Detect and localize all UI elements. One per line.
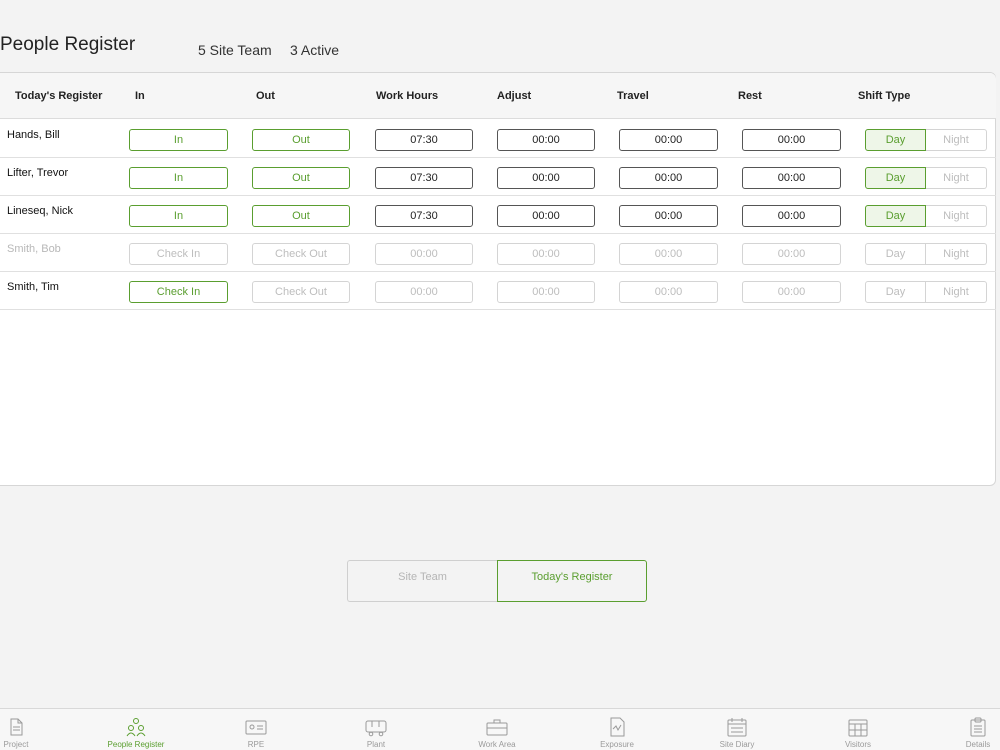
people-icon [126, 718, 146, 737]
column-header-adjust: Adjust [497, 90, 532, 102]
rest-field[interactable]: 00:00 [742, 129, 841, 151]
work-hours-field[interactable]: 00:00 [375, 243, 473, 265]
tab-label: RPE [247, 740, 265, 749]
travel-field[interactable]: 00:00 [619, 281, 718, 303]
rest-field[interactable]: 00:00 [742, 243, 841, 265]
column-header-work-hours: Work Hours [376, 90, 439, 102]
person-name: Lineseq, Nick [7, 205, 74, 217]
work-hours-field[interactable]: 07:30 [375, 167, 473, 189]
view-switch: Site Team Today's Register [347, 560, 647, 602]
shift-day-option[interactable]: Day [865, 281, 926, 303]
tab-plant[interactable]: Plant [356, 709, 396, 750]
tab-people-register[interactable]: People Register [96, 709, 176, 750]
shift-day-option[interactable]: Day [865, 205, 926, 227]
check-out-button[interactable]: Out [252, 129, 350, 151]
check-out-button[interactable]: Check Out [252, 281, 350, 303]
adjust-field[interactable]: 00:00 [497, 167, 595, 189]
shift-day-option[interactable]: Day [865, 167, 926, 189]
exposure-icon [610, 717, 625, 737]
id-card-icon [245, 720, 267, 735]
tab-rpe[interactable]: RPE [236, 709, 276, 750]
travel-field[interactable]: 00:00 [619, 205, 718, 227]
clipboard-icon [970, 717, 986, 737]
tab-details[interactable]: Details [958, 709, 998, 750]
adjust-field[interactable]: 00:00 [497, 129, 595, 151]
tab-label: Project [3, 740, 29, 749]
column-header-out: Out [256, 90, 275, 102]
work-hours-field[interactable]: 07:30 [375, 205, 473, 227]
work-hours-field[interactable]: 07:30 [375, 129, 473, 151]
shift-night-option[interactable]: Night [926, 205, 987, 227]
person-name: Smith, Tim [7, 281, 59, 293]
tab-site-diary[interactable]: Site Diary [712, 709, 762, 750]
column-header-in: In [135, 90, 145, 102]
column-header-rest: Rest [738, 90, 762, 102]
travel-field[interactable]: 00:00 [619, 129, 718, 151]
check-in-button[interactable]: Check In [129, 281, 228, 303]
active-count: 3 Active [290, 42, 340, 58]
adjust-field[interactable]: 00:00 [497, 281, 595, 303]
shift-day-option[interactable]: Day [865, 129, 926, 151]
site-team-count: 5 Site Team [198, 42, 272, 58]
check-in-button[interactable]: In [129, 129, 228, 151]
check-in-button[interactable]: In [129, 205, 228, 227]
table-row: Smith, Bob Check In Check Out 00:00 00:0… [0, 234, 996, 272]
tab-exposure[interactable]: Exposure [592, 709, 642, 750]
travel-field[interactable]: 00:00 [619, 167, 718, 189]
check-out-button[interactable]: Out [252, 167, 350, 189]
tab-label: Plant [366, 740, 386, 749]
document-icon [10, 718, 23, 736]
work-hours-field[interactable]: 00:00 [375, 281, 473, 303]
person-name: Hands, Bill [7, 129, 60, 141]
table-row: Lineseq, Nick In Out 07:30 00:00 00:00 0… [0, 196, 996, 234]
shift-night-option[interactable]: Night [926, 167, 987, 189]
tab-label: People Register [107, 740, 165, 749]
calendar-grid-icon [848, 719, 868, 737]
page-header: People Register 5 Site Team 3 Active [0, 32, 1000, 62]
person-name: Smith, Bob [7, 243, 61, 255]
tab-label: Exposure [600, 740, 634, 749]
rest-field[interactable]: 00:00 [742, 167, 841, 189]
people-register-screen: People Register 5 Site Team 3 Active Tod… [0, 0, 1000, 750]
travel-field[interactable]: 00:00 [619, 243, 718, 265]
bottom-tab-bar: Project People Register RPE Plant Work A… [0, 708, 1000, 750]
shift-night-option[interactable]: Night [926, 243, 987, 265]
tab-label: Site Diary [719, 740, 755, 749]
tab-work-area[interactable]: Work Area [467, 709, 527, 750]
register-table: Today's Register In Out Work Hours Adjus… [0, 72, 996, 486]
tab-label: Visitors [844, 740, 872, 749]
tab-label: Details [965, 740, 991, 749]
site-team-tab[interactable]: Site Team [347, 560, 497, 602]
tab-visitors[interactable]: Visitors [838, 709, 878, 750]
vehicle-icon [365, 720, 387, 737]
shift-night-option[interactable]: Night [926, 129, 987, 151]
check-in-button[interactable]: In [129, 167, 228, 189]
table-row: Smith, Tim Check In Check Out 00:00 00:0… [0, 272, 996, 310]
tab-label: Work Area [478, 740, 516, 749]
tab-project[interactable]: Project [0, 709, 32, 750]
table-row: Hands, Bill In Out 07:30 00:00 00:00 00:… [0, 120, 996, 158]
todays-register-tab[interactable]: Today's Register [497, 560, 647, 602]
column-header-travel: Travel [617, 90, 649, 102]
column-header-register: Today's Register [15, 90, 103, 102]
person-name: Lifter, Trevor [7, 167, 69, 179]
check-out-button[interactable]: Check Out [252, 243, 350, 265]
shift-day-option[interactable]: Day [865, 243, 926, 265]
adjust-field[interactable]: 00:00 [497, 205, 595, 227]
calendar-icon [727, 718, 747, 737]
toolbox-icon [486, 719, 508, 736]
page-title: People Register [0, 34, 136, 55]
check-out-button[interactable]: Out [252, 205, 350, 227]
check-in-button[interactable]: Check In [129, 243, 228, 265]
rest-field[interactable]: 00:00 [742, 205, 841, 227]
column-header-shift-type: Shift Type [858, 90, 911, 102]
adjust-field[interactable]: 00:00 [497, 243, 595, 265]
rest-field[interactable]: 00:00 [742, 281, 841, 303]
shift-night-option[interactable]: Night [926, 281, 987, 303]
table-row: Lifter, Trevor In Out 07:30 00:00 00:00 … [0, 158, 996, 196]
table-header: Today's Register In Out Work Hours Adjus… [0, 73, 996, 119]
